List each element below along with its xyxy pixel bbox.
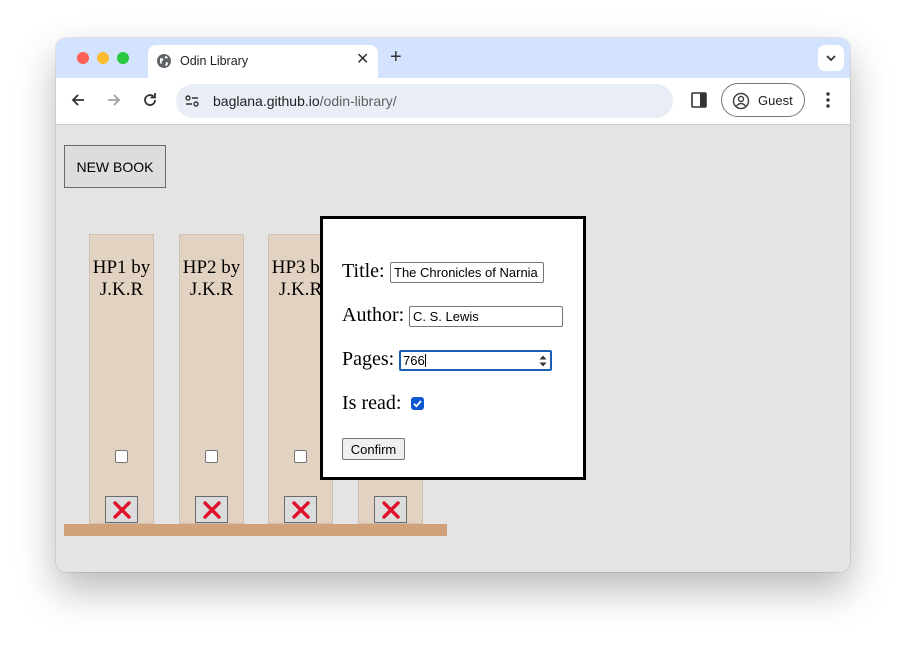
author-label: Author:	[342, 304, 405, 326]
delete-x-icon	[291, 500, 310, 519]
forward-arrow-icon[interactable]	[104, 90, 124, 110]
book-read-checkbox[interactable]	[115, 450, 128, 463]
site-settings-icon[interactable]	[184, 93, 200, 109]
new-book-dialog: Title: The Chronicles of Narnia Author: …	[320, 216, 586, 480]
book-read-checkbox[interactable]	[294, 450, 307, 463]
tab-close-icon[interactable]: ✕	[356, 52, 369, 68]
new-book-button[interactable]: NEW BOOK	[64, 145, 166, 188]
tab-title: Odin Library	[180, 54, 249, 68]
minimize-window-button[interactable]	[97, 52, 109, 64]
delete-book-button[interactable]	[195, 496, 228, 523]
author-input[interactable]: C. S. Lewis	[409, 306, 563, 327]
reload-icon[interactable]	[140, 90, 160, 110]
back-arrow-icon[interactable]	[68, 90, 88, 110]
is-read-label: Is read:	[342, 392, 402, 414]
globe-icon	[157, 54, 171, 68]
new-tab-icon[interactable]: +	[390, 47, 402, 67]
delete-x-icon	[112, 500, 131, 519]
tab-odin-library[interactable]: Odin Library ✕	[148, 45, 378, 78]
book-title: HP2 by J.K.R	[182, 257, 241, 300]
book-title: HP1 by J.K.R	[92, 257, 151, 300]
title-input[interactable]: The Chronicles of Narnia	[390, 262, 544, 283]
spinner-arrows-icon[interactable]	[539, 354, 547, 368]
bookshelf	[64, 524, 447, 536]
book-card: HP1 by J.K.R	[89, 234, 154, 524]
book-read-checkbox[interactable]	[205, 450, 218, 463]
person-circle-icon	[732, 92, 750, 110]
pages-input[interactable]: 766	[399, 350, 552, 371]
delete-book-button[interactable]	[374, 496, 407, 523]
side-panel-icon[interactable]	[690, 91, 708, 109]
delete-book-button[interactable]	[284, 496, 317, 523]
url-text: baglana.github.io/odin-library/	[213, 93, 397, 109]
close-window-button[interactable]	[77, 52, 89, 64]
pages-value: 766	[403, 353, 425, 368]
more-menu-icon[interactable]	[820, 90, 836, 110]
is-read-checkbox[interactable]	[411, 397, 424, 410]
delete-x-icon	[381, 500, 400, 519]
delete-x-icon	[202, 500, 221, 519]
profile-button[interactable]: Guest	[721, 83, 805, 117]
browser-window: Odin Library ✕ + baglana.github.io/odin-…	[56, 38, 850, 572]
url-domain: baglana.github.io	[213, 93, 320, 109]
title-label: Title:	[342, 260, 385, 282]
delete-book-button[interactable]	[105, 496, 138, 523]
tab-strip: Odin Library ✕ +	[56, 38, 850, 78]
browser-toolbar: baglana.github.io/odin-library/ Guest	[56, 78, 850, 125]
url-path: /odin-library/	[319, 93, 397, 109]
book-card: HP2 by J.K.R	[179, 234, 244, 524]
maximize-window-button[interactable]	[117, 52, 129, 64]
confirm-button[interactable]: Confirm	[342, 438, 405, 460]
page-content: NEW BOOK HP1 by J.K.R HP2 by J.K.R HP3 b…	[56, 125, 850, 572]
chevron-down-icon	[826, 55, 836, 62]
address-bar[interactable]: baglana.github.io/odin-library/	[176, 84, 673, 118]
tab-search-button[interactable]	[818, 45, 844, 71]
profile-label: Guest	[758, 93, 793, 108]
pages-label: Pages:	[342, 348, 395, 370]
checkmark-icon	[413, 400, 422, 408]
text-caret	[424, 354, 426, 367]
